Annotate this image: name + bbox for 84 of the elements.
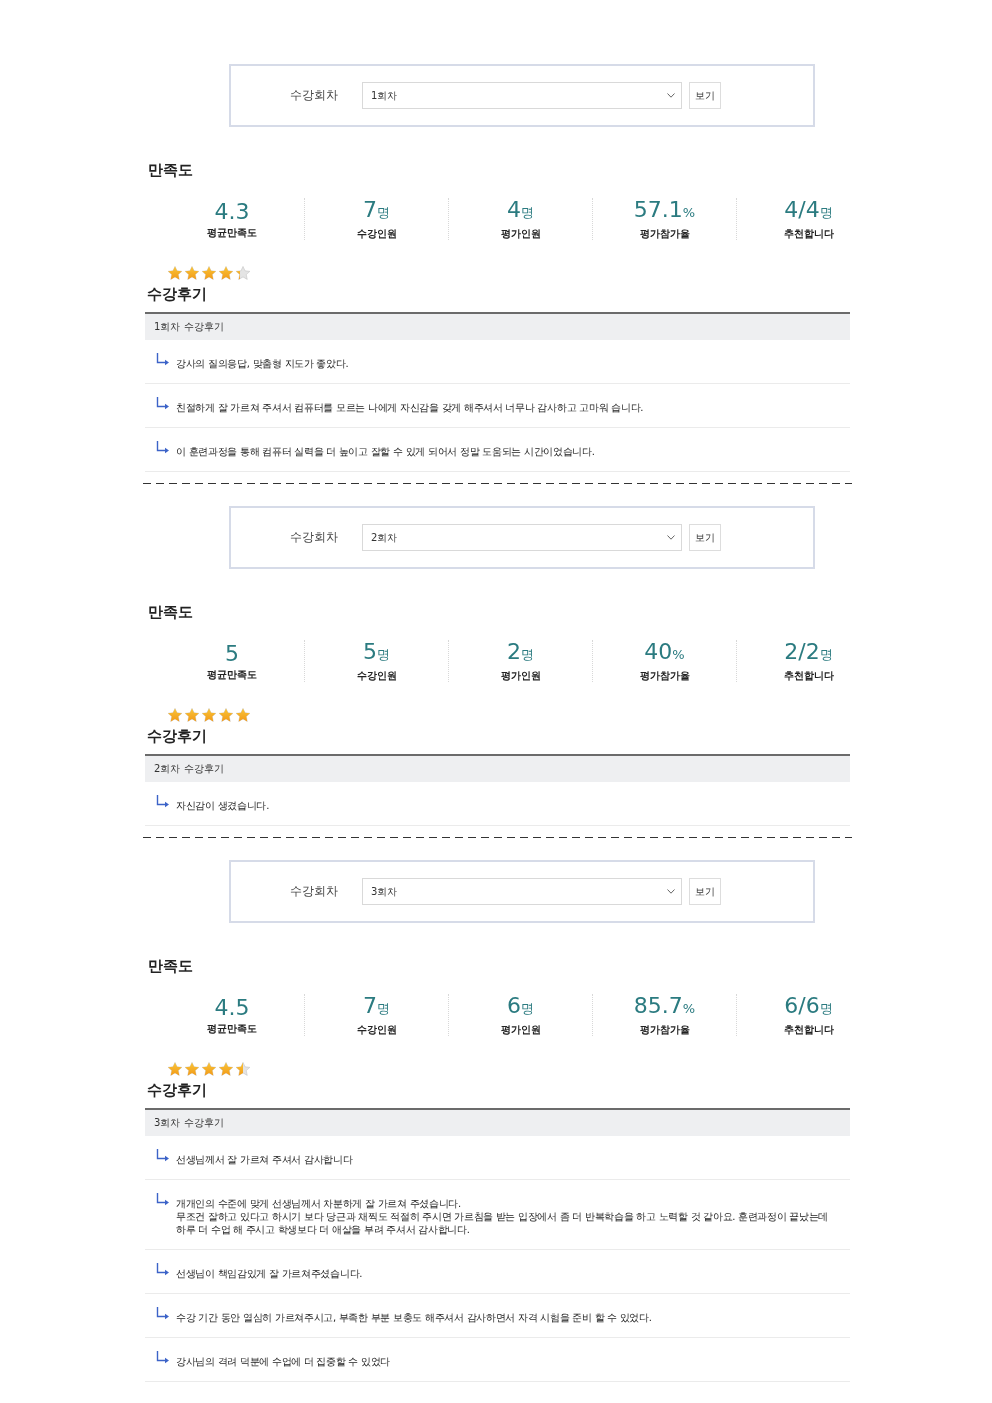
stat-label: 평균만족도: [207, 225, 257, 240]
review-text: 선생님이 책임감있게 잘 가르쳐주셨습니다.: [176, 1267, 363, 1280]
star-icon: [202, 266, 216, 280]
section-heading: 만족도: [148, 602, 193, 622]
stat-value: 2 명: [507, 639, 534, 666]
star-icon: [236, 708, 250, 722]
review-text: 선생님께서 잘 가르쳐 주셔서 감사합니다: [176, 1153, 353, 1166]
review-table-header: 2회차 수강후기: [145, 756, 850, 782]
reply-arrow-icon: [156, 1307, 169, 1320]
stat-value: 7 명: [363, 993, 390, 1020]
star-icon: [168, 1062, 182, 1076]
stat-value: 85.7%: [633, 993, 696, 1020]
chevron-down-icon: [667, 93, 675, 98]
star-icon: [219, 708, 233, 722]
stat-label: 평가참가율: [639, 669, 690, 683]
stat-value: 40%: [644, 639, 685, 666]
stat-value: 7 명: [363, 197, 390, 224]
section-heading: 수강후기: [147, 726, 207, 746]
stat-label: 평가인원: [500, 669, 541, 683]
stat-value: 5 명: [363, 639, 390, 666]
stat-value: 4.3: [214, 198, 250, 224]
reply-arrow-icon: [156, 441, 169, 454]
reply-arrow-icon: [156, 1351, 169, 1364]
filter-label: 수강회차: [290, 529, 339, 546]
section-heading: 만족도: [148, 956, 193, 976]
section-heading: 만족도: [148, 160, 193, 180]
stat-value: 57.1%: [633, 197, 696, 224]
stat-value: 4/4명: [784, 197, 833, 224]
stat-value: 2/2 명: [784, 639, 833, 666]
view-button[interactable]: 보기: [689, 524, 721, 551]
filter-label: 수강회차: [290, 883, 339, 900]
star-icon: [168, 708, 182, 722]
stat-label: 추천합니다: [783, 227, 834, 241]
review-text: 강사님의 격려 덕분에 수업에 더 집중할 수 있었다: [176, 1355, 391, 1368]
star-icon: [202, 1062, 216, 1076]
review-text: 수강 기간 동안 열심히 가르쳐주시고, 부족한 부분 보충도 해주셔서 감사하면서 자격 시험을 준비 할 수 있었다.: [176, 1311, 652, 1324]
star-icon: [202, 708, 216, 722]
chevron-down-icon: [667, 889, 675, 894]
stat-label: 평균만족도: [207, 1021, 257, 1036]
review-table-header: 3회차 수강후기: [145, 1110, 850, 1136]
stat-value: 6명: [507, 993, 534, 1020]
reply-arrow-icon: [156, 353, 169, 366]
section-heading: 수강후기: [147, 1080, 207, 1100]
stat-value: 4명: [507, 197, 534, 224]
review-text: 친절하게 잘 가르쳐 주셔서 컴퓨터를 모르는 나에게 자신감을 갖게 해주셔서 너무나 감사하고 고마워 습니다.: [176, 401, 644, 414]
session-select[interactable]: 3회차: [362, 878, 682, 905]
view-button[interactable]: 보기: [689, 82, 721, 109]
stat-value: 6/6명: [784, 993, 833, 1020]
reply-arrow-icon: [156, 1149, 169, 1162]
star-icon: [185, 1062, 199, 1076]
stat-label: 추천합니다: [783, 1023, 834, 1037]
star-icon: [219, 266, 233, 280]
stat-label: 평가인원: [500, 227, 541, 241]
stat-label: 수강인원: [356, 669, 397, 683]
stat-label: 수강인원: [356, 1023, 397, 1037]
stat-label: 추천합니다: [783, 669, 834, 683]
review-text: 이 훈련과정을 통해 컴퓨터 실력을 더 높이고 잘할 수 있게 되어서 정말 도움되는 시간이었습니다.: [176, 445, 595, 458]
star-icon: [219, 1062, 233, 1076]
reply-arrow-icon: [156, 397, 169, 410]
star-icon: [168, 266, 182, 280]
reply-arrow-icon: [156, 1263, 169, 1276]
review-table-header: 1회차 수강후기: [145, 314, 850, 340]
reply-arrow-icon: [156, 1193, 169, 1206]
session-select[interactable]: 2회차: [362, 524, 682, 551]
review-text: 개개인의 수준에 맞게 선생님께서 차분하게 잘 가르쳐 주셨습니다. 무조건 잘하고 있다고 하시기 보다 당근과 채찍도 적절히 주시면 가르침을 받는 입장에서 좀 더 반복학습을 하고 노력할 것 같아요. 훈련과정이 끝났는데 하루 더 수업 해 주시고 학생보다 더 애살을 부려 주셔서 감사합니다.: [176, 1197, 830, 1236]
stat-label: 수강인원: [356, 227, 397, 241]
review-text: 강사의 질의응답, 맞춤형 지도가 좋았다.: [176, 357, 349, 370]
stat-label: 평가인원: [500, 1023, 541, 1037]
star-icon: [185, 266, 199, 280]
star-icon: [236, 1062, 250, 1076]
section-heading: 수강후기: [147, 284, 207, 304]
stat-label: 평가참가율: [639, 227, 690, 241]
chevron-down-icon: [667, 535, 675, 540]
session-select[interactable]: 1회차: [362, 82, 682, 109]
stat-label: 평가참가율: [639, 1023, 690, 1037]
stat-label: 평균만족도: [207, 667, 257, 682]
stat-value: 5: [225, 640, 239, 666]
star-icon: [236, 266, 250, 280]
filter-label: 수강회차: [290, 87, 339, 104]
stat-value: 4.5: [214, 994, 250, 1020]
star-icon: [185, 708, 199, 722]
reply-arrow-icon: [156, 795, 169, 808]
view-button[interactable]: 보기: [689, 878, 721, 905]
review-text: 자신감이 생겼습니다.: [176, 799, 270, 812]
